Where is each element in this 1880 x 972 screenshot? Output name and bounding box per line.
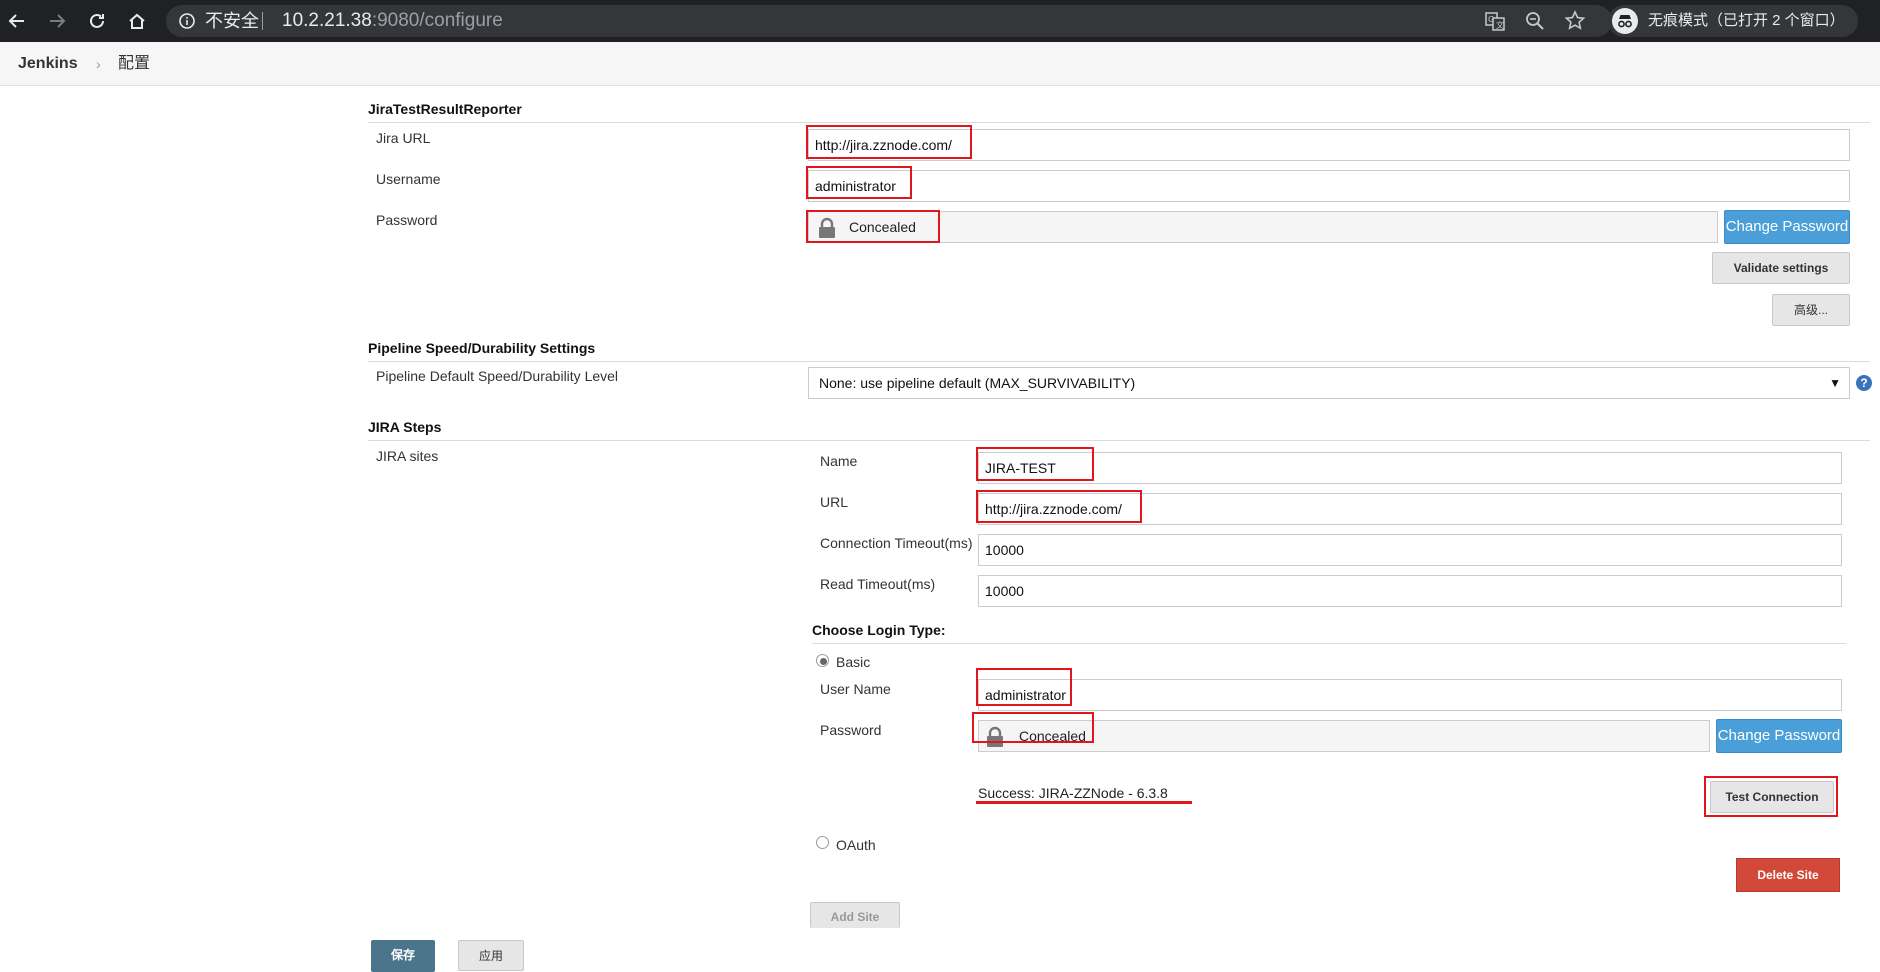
site-url-label: URL [820,494,849,510]
reload-icon[interactable] [84,8,110,34]
pipeline-level-select[interactable]: None: use pipeline default (MAX_SURVIVAB… [808,367,1850,399]
translate-icon[interactable]: G文 [1484,10,1506,32]
svg-text:G: G [1488,15,1494,24]
section-jira-test-result-reporter: JiraTestResultReporter [368,99,1870,123]
read-timeout-label: Read Timeout(ms) [820,576,936,592]
bookmark-star-icon[interactable] [1564,10,1586,32]
breadcrumb-separator: › [96,56,101,72]
annotation-highlight [976,490,1142,523]
breadcrumb-bar [0,42,1880,86]
jira-sites-label: JIRA sites [376,448,439,464]
connection-timeout-label: Connection Timeout(ms) [820,535,973,551]
annotation-highlight [972,712,1094,743]
pipeline-level-label: Pipeline Default Speed/Durability Level [376,368,619,384]
url-path: :9080/configure [371,10,503,31]
delete-site-button[interactable]: Delete Site [1736,858,1840,892]
section-jira-steps: JIRA Steps [368,417,1870,441]
test-connection-success-message: Success: JIRA-ZZNode - 6.3.8 [978,785,1168,801]
annotation-highlight [806,166,912,199]
change-password-button[interactable]: Change Password [1724,210,1850,244]
site-name-label: Name [820,453,858,469]
user-name-input[interactable]: administrator [978,679,1842,711]
annotation-highlight [976,447,1094,481]
zoom-icon[interactable] [1524,10,1546,32]
validate-settings-button[interactable]: Validate settings [1712,252,1850,284]
site-password-label: Password [820,722,882,738]
section-pipeline-durability: Pipeline Speed/Durability Settings [368,338,1870,362]
oauth-radio[interactable] [816,836,829,849]
annotation-highlight [806,210,940,243]
annotation-highlight [806,125,972,159]
home-icon[interactable] [124,8,150,34]
help-icon[interactable]: ? [1856,375,1872,391]
info-icon[interactable] [178,12,196,30]
omnibox-divider [262,12,263,30]
apply-button[interactable]: 应用 [458,940,524,971]
oauth-radio-label[interactable]: OAuth [836,836,876,854]
url-text[interactable]: 10.2.21.38:9080/configure [282,5,503,37]
pipeline-level-value: None: use pipeline default (MAX_SURVIVAB… [819,375,1136,391]
login-type-title: Choose Login Type: [812,622,1846,644]
breadcrumb-jenkins[interactable]: Jenkins [18,42,78,86]
username-input[interactable]: administrator [808,170,1850,202]
connection-timeout-input[interactable]: 10000 [978,534,1842,566]
password-concealed-field[interactable]: Concealed [808,211,1718,243]
basic-radio[interactable] [816,654,829,667]
jira-url-label: Jira URL [376,130,431,146]
annotation-underline [976,801,1192,804]
back-icon[interactable] [4,8,30,34]
read-timeout-input[interactable]: 10000 [978,575,1842,607]
basic-radio-label[interactable]: Basic [836,653,870,671]
incognito-icon [1612,8,1638,34]
user-name-label: User Name [820,681,891,697]
advanced-button[interactable]: 高级... [1772,294,1850,326]
svg-text:文: 文 [1496,20,1504,30]
incognito-label: 无痕模式（已打开 2 个窗口） [1648,12,1845,29]
security-label: 不安全 [205,11,259,31]
annotation-highlight [976,668,1072,706]
site-change-password-button[interactable]: Change Password [1716,719,1842,753]
breadcrumb-configure[interactable]: 配置 [118,42,150,86]
url-host: 10.2.21.38 [282,10,372,31]
save-button[interactable]: 保存 [371,940,435,972]
chevron-down-icon: ▼ [1829,376,1841,390]
username-label: Username [376,171,441,187]
add-site-button[interactable]: Add Site [810,902,900,928]
site-name-input[interactable]: JIRA-TEST [978,452,1842,484]
annotation-highlight [1704,776,1838,817]
password-label: Password [376,212,438,228]
forward-icon[interactable] [44,8,70,34]
